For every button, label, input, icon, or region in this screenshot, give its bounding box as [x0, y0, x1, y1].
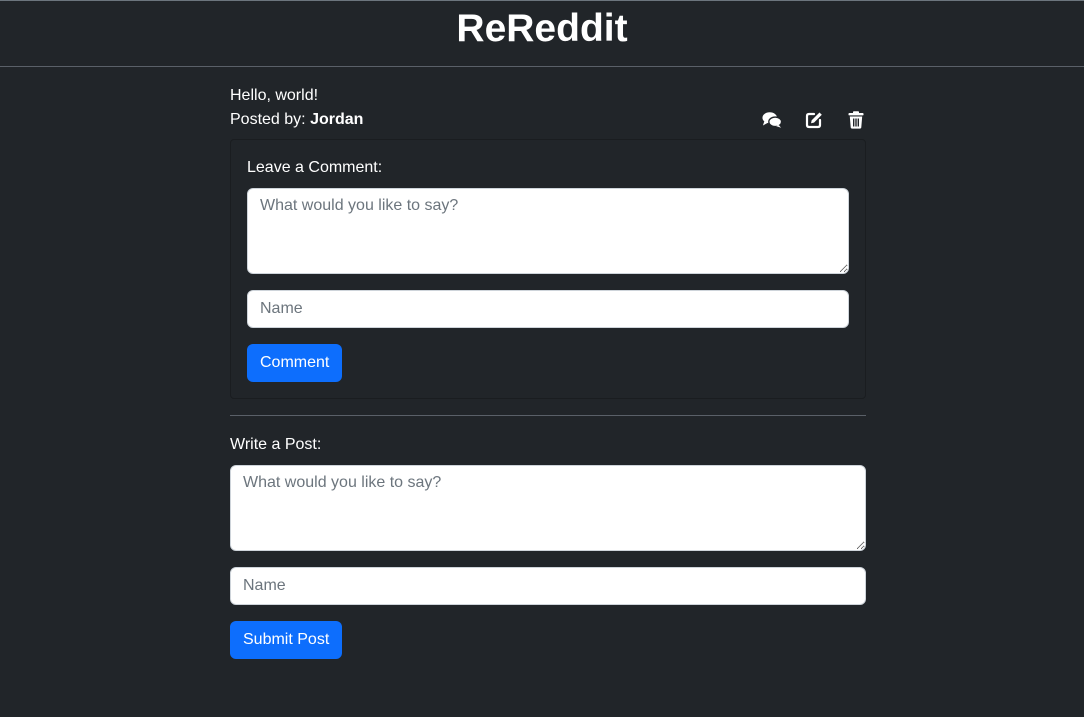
comment-text-input[interactable]	[247, 188, 849, 274]
divider	[230, 415, 866, 416]
comments-icon[interactable]	[762, 110, 782, 130]
trash-icon[interactable]	[846, 110, 866, 130]
edit-icon[interactable]	[804, 110, 824, 130]
site-title: ReReddit	[456, 7, 628, 50]
main-content: Hello, world! Posted by: Jordan Leave a …	[230, 84, 866, 659]
post: Hello, world! Posted by: Jordan Leave a …	[230, 84, 866, 399]
submit-post-button[interactable]: Submit Post	[230, 621, 343, 659]
site-header: ReReddit	[0, 1, 1084, 67]
post-meta: Posted by: Jordan	[230, 108, 866, 132]
post-text-input[interactable]	[230, 465, 866, 551]
post-title: Hello, world!	[230, 87, 319, 104]
posted-by-label: Posted by:	[230, 111, 306, 128]
post-actions	[740, 108, 866, 132]
comment-name-input[interactable]	[247, 290, 849, 328]
post-form: Write a Post: Submit Post	[230, 433, 866, 659]
comment-form-card: Leave a Comment: Comment	[230, 139, 866, 399]
post-form-label: Write a Post:	[230, 436, 322, 453]
comment-submit-button[interactable]: Comment	[247, 344, 343, 382]
post-name-input[interactable]	[230, 567, 866, 605]
comment-form-label: Leave a Comment:	[247, 159, 383, 176]
post-author: Jordan	[310, 111, 364, 128]
